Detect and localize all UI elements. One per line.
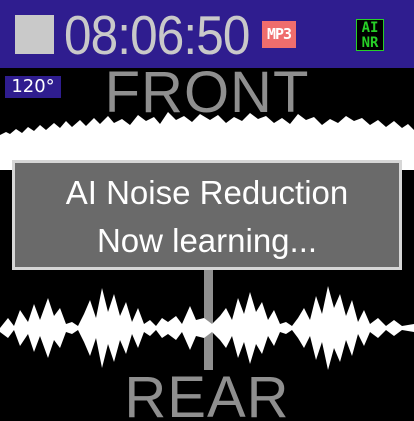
recorder-screen: 08:06:50 MP3 AI NR 120° FRONT REAR AI No… [0, 0, 414, 421]
timecode: 08:06:50 [64, 4, 250, 66]
ainr-badge-line2: NR [361, 35, 379, 51]
ainr-badge-line1: AI [361, 20, 379, 36]
ainr-badge: AI NR [356, 19, 384, 51]
format-badge: MP3 [262, 21, 296, 48]
noise-reduction-notice: AI Noise Reduction Now learning... [12, 160, 402, 270]
stop-icon [15, 15, 54, 54]
front-waveform [0, 112, 414, 170]
notice-title: AI Noise Reduction [65, 174, 349, 211]
notice-status: Now learning... [96, 222, 318, 259]
rear-label: REAR [124, 365, 290, 421]
